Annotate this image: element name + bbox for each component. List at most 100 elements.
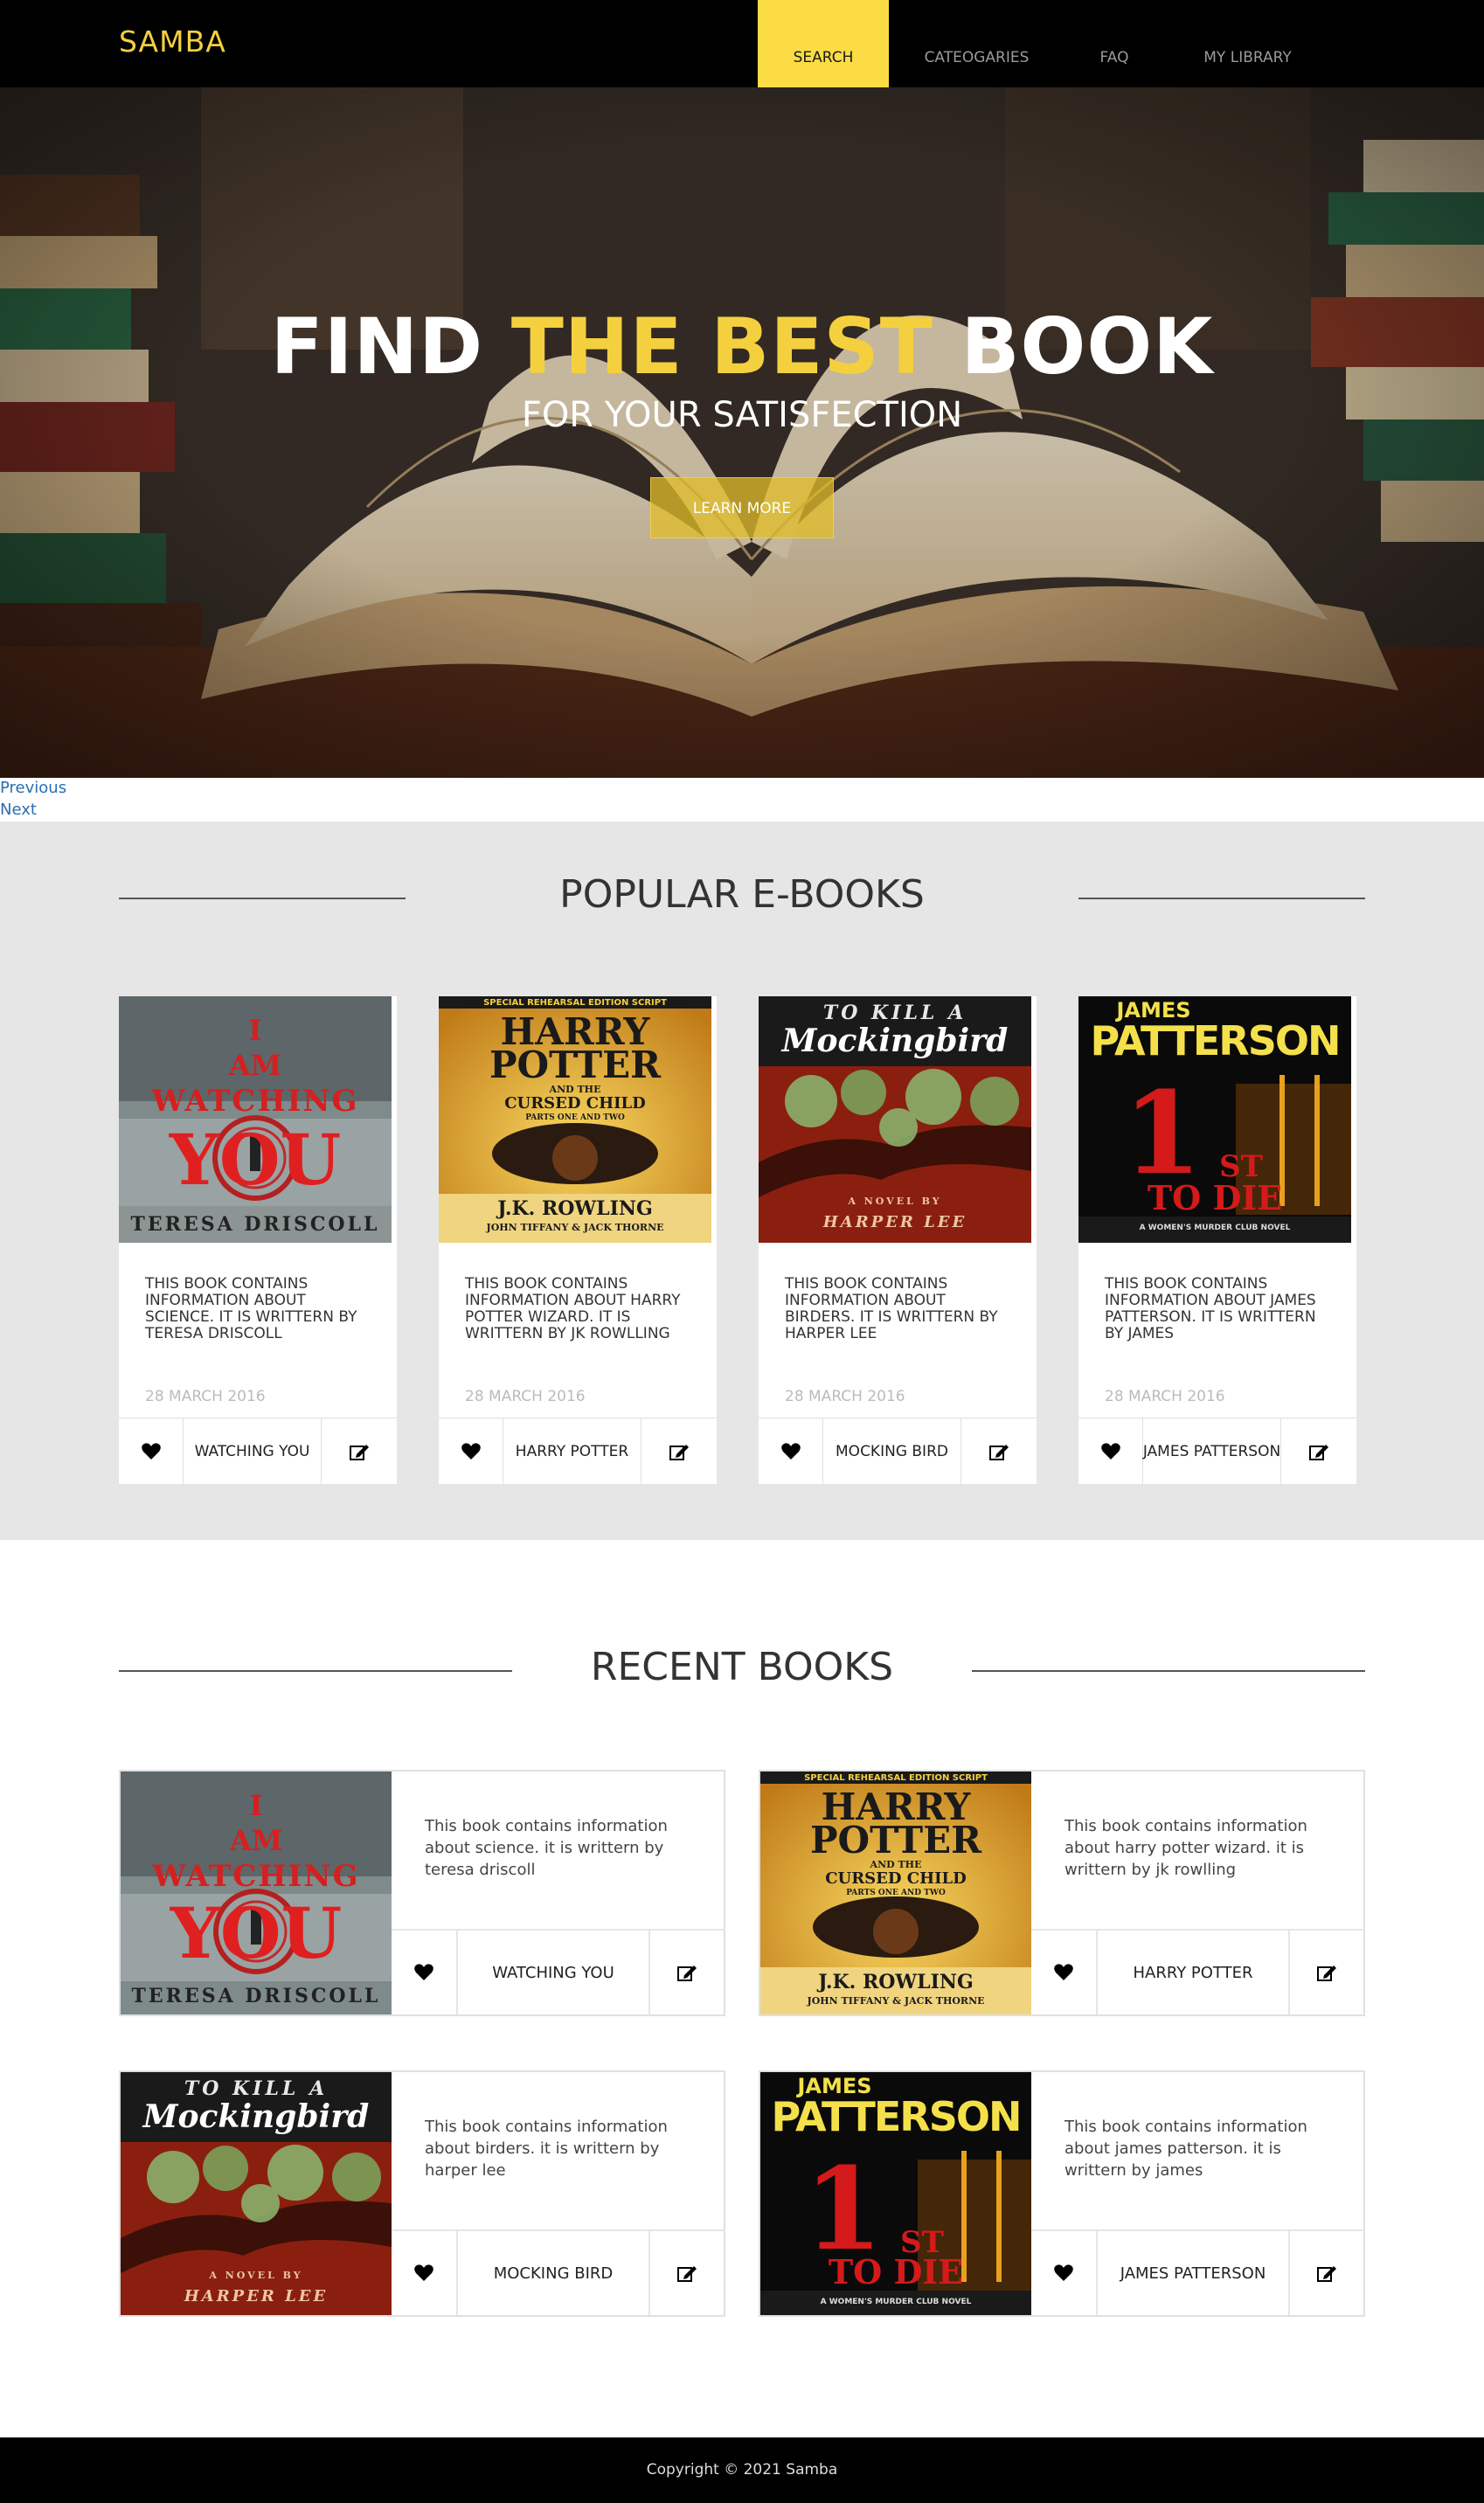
heart-icon [414, 2264, 433, 2281]
book-date: 28 MARCH 2016 [785, 1388, 905, 1405]
book-card: TO KILL A Mockingbird A NOVEL BY HARPER … [759, 996, 1037, 1485]
recent-book-card: SPECIAL REHEARSAL EDITION SCRIPT HARRY P… [759, 1770, 1365, 2016]
book-title-button[interactable]: WATCHING YOU [458, 1931, 650, 2014]
book-description: This book contains information about har… [1064, 1817, 1307, 1879]
book-cover-watching-you[interactable]: I AM WATCHING YOU TERESA DRISCOLL [121, 1772, 392, 2014]
book-date: 28 MARCH 2016 [465, 1388, 586, 1405]
cover-text: TO DIE [828, 2252, 964, 2292]
hero-subtitle: FOR YOUR SATISFECTION [521, 395, 963, 435]
card-action-bar: HARRY POTTER [439, 1418, 717, 1485]
nav-categories[interactable]: CATEOGARIES [909, 0, 1044, 87]
heart-icon [461, 1443, 481, 1460]
cover-text: PATTERSON [771, 2093, 1023, 2140]
like-button[interactable] [1031, 1931, 1098, 2014]
edit-icon [1317, 1966, 1336, 1981]
book-title-button[interactable]: MOCKING BIRD [823, 1418, 961, 1485]
like-button[interactable] [392, 2231, 458, 2315]
book-title-button[interactable]: JAMES PATTERSON [1098, 2231, 1290, 2315]
like-button[interactable] [119, 1418, 184, 1485]
cover-text: TO DIE [1147, 1178, 1283, 1217]
recent-section-title: RECENT BOOKS [590, 1645, 894, 1689]
book-card: SPECIAL REHEARSAL EDITION SCRIPT HARRY P… [439, 996, 717, 1485]
card-action-bar: MOCKING BIRD [759, 1418, 1037, 1485]
book-description: THIS BOOK CONTAINS INFORMATION ABOUT JAM… [1105, 1275, 1316, 1342]
cover-text: A WOMEN'S MURDER CLUB NOVEL [820, 2298, 972, 2306]
book-cover-mocking-bird[interactable]: TO KILL A Mockingbird A NOVEL BY HARPER … [121, 2072, 392, 2315]
heart-icon [1100, 1443, 1120, 1460]
carousel-next-link[interactable]: Next [0, 801, 37, 819]
learn-more-button[interactable]: LEARN MORE [650, 477, 834, 538]
cover-text: PARTS ONE AND TWO [846, 1889, 946, 1897]
book-cover-mocking-bird[interactable]: TO KILL A Mockingbird A NOVEL BY HARPER … [759, 996, 1031, 1243]
book-description: This book contains information about jam… [1064, 2118, 1307, 2180]
heart-icon [414, 1964, 433, 1980]
book-cover-james-patterson[interactable]: JAMES PATTERSON 1 ST TO DIE A WOMEN'S MU… [760, 2072, 1031, 2315]
edit-button[interactable] [1281, 1418, 1356, 1485]
footer: Copyright © 2021 Samba [0, 2437, 1484, 2503]
heart-icon [1054, 2264, 1073, 2281]
book-cover-james-patterson[interactable]: JAMES PATTERSON 1 ST TO DIE A WOMEN'S MU… [1078, 996, 1351, 1243]
like-button[interactable] [759, 1418, 823, 1485]
nav-faq[interactable]: FAQ [1084, 0, 1145, 87]
book-cover-harry-potter[interactable]: SPECIAL REHEARSAL EDITION SCRIPT HARRY P… [439, 996, 711, 1243]
cover-text: PATTERSON [1090, 1017, 1342, 1064]
cover-text: YOU [170, 1892, 343, 1974]
edit-button[interactable] [322, 1418, 397, 1485]
cover-text: HARPER LEE [184, 2287, 329, 2305]
carousel-previous-link[interactable]: Previous [0, 779, 66, 797]
heart-icon [1054, 1964, 1073, 1980]
book-title-button[interactable]: JAMES PATTERSON [1143, 1418, 1281, 1485]
hero-carousel: FIND THE BEST BOOK FOR YOUR SATISFECTION… [0, 87, 1484, 778]
like-button[interactable] [392, 1931, 458, 2014]
book-title-button[interactable]: HARRY POTTER [1098, 1931, 1290, 2014]
cover-text: JOHN TIFFANY & JACK THORNE [486, 1222, 664, 1233]
section-divider-right [972, 1670, 1365, 1672]
cover-text: CURSED CHILD [504, 1094, 646, 1113]
edit-button[interactable] [650, 2231, 724, 2315]
like-button[interactable] [1031, 2231, 1098, 2315]
card-action-bar: WATCHING YOU [119, 1418, 397, 1485]
nav-search[interactable]: SEARCH [758, 0, 889, 87]
cover-text: YOU [169, 1119, 342, 1201]
cover-text: POTTER [809, 1819, 982, 1862]
recent-book-card: TO KILL A Mockingbird A NOVEL BY HARPER … [119, 2070, 725, 2317]
edit-button[interactable] [641, 1418, 717, 1485]
like-button[interactable] [439, 1418, 503, 1485]
book-title-button[interactable]: HARRY POTTER [503, 1418, 641, 1485]
like-button[interactable] [1078, 1418, 1143, 1485]
book-cover-harry-potter[interactable]: SPECIAL REHEARSAL EDITION SCRIPT HARRY P… [760, 1772, 1031, 2014]
brand-logo[interactable]: SAMBA [119, 24, 226, 59]
card-action-bar: MOCKING BIRD [392, 2229, 725, 2315]
book-title-button[interactable]: MOCKING BIRD [458, 2231, 650, 2315]
nav-my-library[interactable]: MY LIBRARY [1189, 0, 1307, 87]
cover-text: A NOVEL BY [848, 1196, 942, 1207]
edit-button[interactable] [1290, 1931, 1363, 2014]
section-divider-left [119, 1670, 512, 1672]
book-card: JAMES PATTERSON 1 ST TO DIE A WOMEN'S MU… [1078, 996, 1356, 1485]
cover-text: AM [229, 1824, 283, 1857]
cover-text: A NOVEL BY [209, 2270, 303, 2281]
book-title-button[interactable]: WATCHING YOU [184, 1418, 322, 1485]
edit-button[interactable] [961, 1418, 1037, 1485]
book-cover-watching-you[interactable]: I AM WATCHING YOU TERESA DRISCOLL [119, 996, 392, 1243]
cover-text: TERESA DRISCOLL [130, 1213, 380, 1236]
edit-icon [677, 1966, 697, 1981]
top-navbar: SAMBA SEARCH CATEOGARIES FAQ MY LIBRARY [0, 0, 1484, 87]
heart-icon [141, 1443, 161, 1460]
copyright-text: Copyright © 2021 Samba [646, 2461, 838, 2479]
book-date: 28 MARCH 2016 [145, 1388, 266, 1405]
card-action-bar: JAMES PATTERSON [1031, 2229, 1365, 2315]
book-description: THIS BOOK CONTAINS INFORMATION ABOUT SCI… [145, 1275, 357, 1342]
cover-text: WATCHING [152, 1859, 360, 1894]
cover-text: WATCHING [151, 1084, 359, 1119]
cover-text: I [249, 1789, 263, 1822]
cover-text: J.K. ROWLING [818, 1971, 974, 1993]
book-description: THIS BOOK CONTAINS INFORMATION ABOUT BIR… [785, 1275, 998, 1342]
edit-button[interactable] [1290, 2231, 1363, 2315]
edit-button[interactable] [650, 1931, 724, 2014]
heart-icon [780, 1443, 801, 1460]
card-action-bar: WATCHING YOU [392, 1929, 725, 2014]
cover-text: TO KILL A [822, 1002, 967, 1024]
cover-text: I [248, 1014, 262, 1047]
book-description: This book contains information about bir… [425, 2118, 668, 2180]
